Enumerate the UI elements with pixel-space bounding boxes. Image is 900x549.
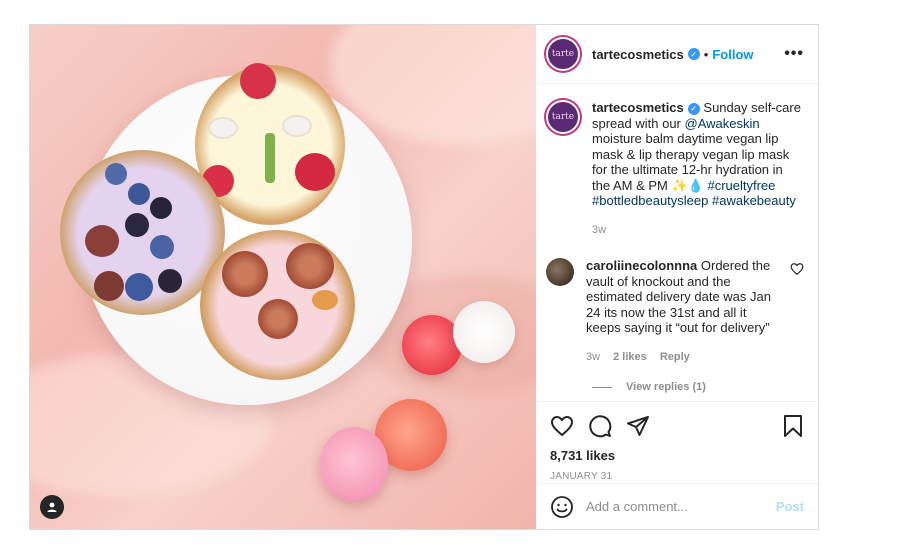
add-comment-bar: Post xyxy=(536,483,818,529)
caption-body: tartecosmetics ✓ Sunday self-care spread … xyxy=(592,100,804,238)
caption: tarte tartecosmetics ✓ Sunday self-care s… xyxy=(546,100,804,238)
avatar-logo-text: tarte xyxy=(551,49,575,59)
fig-slice xyxy=(94,271,124,301)
lip-mask-lid-white xyxy=(453,301,515,363)
avatar-logo-text: tarte xyxy=(551,112,575,122)
comment-likes[interactable]: 2 likes xyxy=(613,351,647,363)
view-replies-line xyxy=(592,386,612,388)
fig-slice xyxy=(85,225,119,257)
bookmark-icon[interactable] xyxy=(782,414,804,438)
strawberry xyxy=(295,153,335,191)
fig-half xyxy=(222,251,268,297)
caption-time[interactable]: 3w xyxy=(592,224,606,236)
blueberry xyxy=(125,273,153,301)
post-card: tarte tartecosmetics ✓ • Follow ••• tart… xyxy=(29,24,819,530)
blackberry xyxy=(158,269,182,293)
herb-sprig xyxy=(265,133,275,183)
profile-avatar[interactable]: tarte xyxy=(546,37,580,71)
likes-count[interactable]: 8,731 likes xyxy=(550,448,804,463)
more-options-icon[interactable]: ••• xyxy=(784,45,804,63)
fig-half xyxy=(258,299,298,339)
mention-link[interactable]: @Awakeskin xyxy=(685,116,760,131)
view-replies-label: View replies (1) xyxy=(626,381,706,393)
reply-button[interactable]: Reply xyxy=(660,351,690,363)
caption-meta: 3w xyxy=(592,223,804,239)
dragonfruit-slice xyxy=(208,117,238,139)
hashtag-link[interactable]: #awakebeauty xyxy=(712,193,796,208)
post-sidebar: tarte tartecosmetics ✓ • Follow ••• tart… xyxy=(536,25,818,529)
tagged-users-button[interactable] xyxy=(40,495,64,519)
like-comment-icon[interactable] xyxy=(790,262,804,276)
separator-dot: • xyxy=(703,46,709,62)
comment-time[interactable]: 3w xyxy=(586,351,600,363)
comments-section: tarte tartecosmetics ✓ Sunday self-care s… xyxy=(536,84,818,401)
follow-button[interactable]: Follow xyxy=(712,47,753,62)
apricot-jam xyxy=(312,290,338,310)
blackberry xyxy=(150,197,172,219)
strawberry xyxy=(240,63,276,99)
comment-meta: 3w 2 likes Reply xyxy=(586,350,782,366)
post-actions: 8,731 likes JANUARY 31 xyxy=(536,401,818,483)
verified-badge-icon: ✓ xyxy=(687,48,700,60)
hashtag-link[interactable]: #bottledbeautysleep xyxy=(592,193,708,208)
add-comment-input[interactable] xyxy=(586,499,776,514)
comment-row: caroliinecolonnna Ordered the vault of k… xyxy=(546,258,804,365)
hashtag-link[interactable]: #crueltyfree xyxy=(707,178,775,193)
like-heart-icon[interactable] xyxy=(550,414,574,438)
action-icons xyxy=(550,410,804,442)
header-username[interactable]: tartecosmetics xyxy=(592,47,684,62)
blueberry xyxy=(105,163,127,185)
blueberry xyxy=(128,183,150,205)
post-comment-button[interactable]: Post xyxy=(776,499,804,514)
comment-username[interactable]: caroliinecolonnna xyxy=(586,258,697,273)
moisture-balm-lid-pink xyxy=(320,427,388,501)
caption-username[interactable]: tartecosmetics xyxy=(592,100,684,115)
caption-avatar[interactable]: tarte xyxy=(546,100,580,134)
comment-body: caroliinecolonnna Ordered the vault of k… xyxy=(586,258,782,365)
user-icon xyxy=(47,502,57,512)
verified-badge-icon: ✓ xyxy=(687,102,700,115)
fig-half xyxy=(286,243,334,289)
comment-bubble-icon[interactable] xyxy=(588,414,612,438)
share-paper-plane-icon[interactable] xyxy=(626,414,650,438)
blueberry xyxy=(150,235,174,259)
emoji-smiley-icon[interactable] xyxy=(550,495,574,519)
commenter-avatar[interactable] xyxy=(546,258,574,286)
view-replies-button[interactable]: View replies (1) xyxy=(546,381,804,393)
post-header: tarte tartecosmetics ✓ • Follow ••• xyxy=(536,25,818,84)
blackberry xyxy=(125,213,149,237)
dragonfruit-slice xyxy=(282,115,312,137)
post-image[interactable] xyxy=(30,25,536,529)
post-date[interactable]: JANUARY 31 xyxy=(550,471,804,482)
